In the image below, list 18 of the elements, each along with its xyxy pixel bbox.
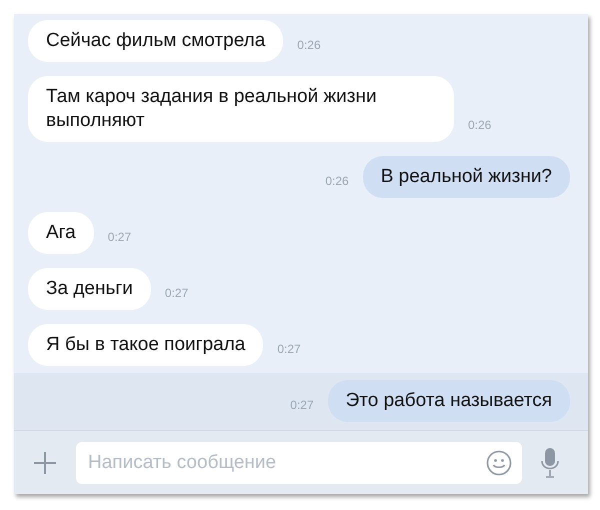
message-bubble: Там кароч задания в реальной жизни выполняют [28,76,454,142]
message-bubble: Я бы в такое поиграла [28,324,264,366]
message-time: 0:27 [164,286,188,302]
message-time: 0:26 [468,118,492,134]
message-bubble: Сейчас фильм смотрела [28,20,284,62]
message-bubble: В реальной жизни? [362,156,570,198]
message-bubble: За деньги [28,268,151,310]
message-time: 0:27 [290,398,314,414]
message-time: 0:27 [108,230,132,246]
message-input-field[interactable]: Написать сообщение [76,442,522,484]
microphone-icon[interactable] [540,446,560,478]
message-time: 0:26 [325,174,349,190]
message-bubble: Ага [28,212,94,254]
message-bubble: Это работа называется [328,380,570,422]
smiley-icon[interactable] [486,450,512,476]
message-time: 0:26 [297,38,321,54]
message-time: 0:27 [277,342,301,358]
plus-icon[interactable] [32,450,58,476]
